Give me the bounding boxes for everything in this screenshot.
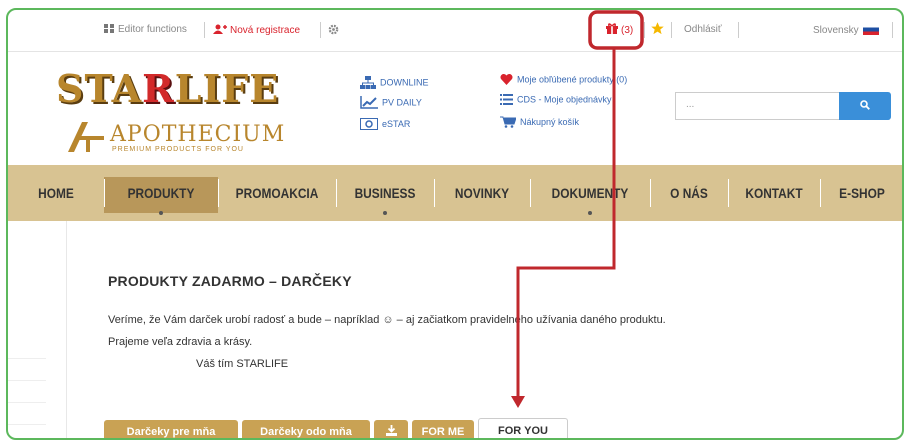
nav-item-promoakcia[interactable]: PROMOAKCIA	[227, 165, 327, 221]
nav-item-e-shop[interactable]: E-SHOP	[826, 165, 897, 221]
signature-text: Váš tím STARLIFE	[196, 358, 289, 370]
cart-icon	[500, 116, 516, 128]
nav-item-novinky[interactable]: NOVINKY	[441, 165, 523, 221]
estar-link[interactable]: eSTAR	[360, 118, 410, 130]
wishes-text: Prajeme veľa zdravia a krásy.	[108, 336, 253, 348]
language-selector[interactable]: Slovensky	[813, 24, 879, 36]
nav-item-kontakt[interactable]: KONTAKT	[735, 165, 813, 221]
editor-functions-link[interactable]: Editor functions	[104, 24, 187, 35]
apothecium-mark-icon	[68, 122, 104, 152]
list-icon	[500, 94, 513, 106]
tab-for-me[interactable]: FOR ME	[412, 420, 474, 438]
tab-download[interactable]	[374, 420, 408, 438]
side-divider	[8, 424, 46, 425]
side-divider	[8, 402, 46, 403]
gift-icon	[606, 23, 618, 34]
heart-icon	[500, 74, 513, 86]
nav-item-home[interactable]: HOME	[22, 165, 90, 221]
main-nav: HOME PRODUKTY PROMOAKCIA BUSINESS NOVINK…	[8, 165, 902, 221]
favorites-link[interactable]: Moje obľúbené produkty (0)	[500, 74, 627, 86]
grid-icon	[104, 24, 114, 33]
new-registration-link[interactable]: Nová registrace	[213, 24, 300, 36]
slovak-flag-icon	[862, 24, 879, 35]
org-chart-icon	[360, 76, 376, 89]
browser-frame: Editor functions Nová registrace (3) Odh…	[6, 8, 904, 440]
orders-link[interactable]: CDS - Moje objednávky	[500, 94, 612, 106]
search-icon	[860, 100, 870, 110]
download-icon	[385, 425, 397, 436]
tab-darceky-pre-mna[interactable]: Darčeky pre mňa	[104, 420, 238, 438]
tab-darceky-odo-mna[interactable]: Darčeky odo mňa	[242, 420, 370, 438]
pv-daily-link[interactable]: PV DAILY	[360, 96, 422, 109]
top-bar: Editor functions Nová registrace (3) Odh…	[8, 10, 902, 52]
downline-link[interactable]: DOWNLINE	[360, 76, 429, 89]
starlife-logo[interactable]: STARLIFE	[56, 66, 279, 111]
search-input[interactable]: ...	[675, 92, 839, 120]
chart-line-icon	[360, 96, 378, 109]
favorites-star-icon[interactable]	[650, 21, 665, 39]
gift-button[interactable]: (3)	[606, 23, 633, 36]
cart-link[interactable]: Nákupný košík	[500, 116, 579, 128]
page-title: PRODUKTY ZADARMO – DARČEKY	[108, 273, 352, 289]
logout-link[interactable]: Odhlásiť	[684, 24, 722, 35]
add-user-icon	[213, 24, 227, 34]
content-divider	[66, 221, 67, 438]
money-icon	[360, 118, 378, 130]
tab-for-you[interactable]: FOR YOU	[478, 418, 568, 438]
side-divider	[8, 380, 46, 381]
side-divider	[8, 358, 46, 359]
nav-item-o-nas[interactable]: O NÁS	[656, 165, 722, 221]
search-button[interactable]	[839, 92, 891, 120]
settings-gear-icon[interactable]	[328, 24, 339, 38]
intro-text: Veríme, že Vám darček urobí radosť a bud…	[108, 314, 666, 326]
